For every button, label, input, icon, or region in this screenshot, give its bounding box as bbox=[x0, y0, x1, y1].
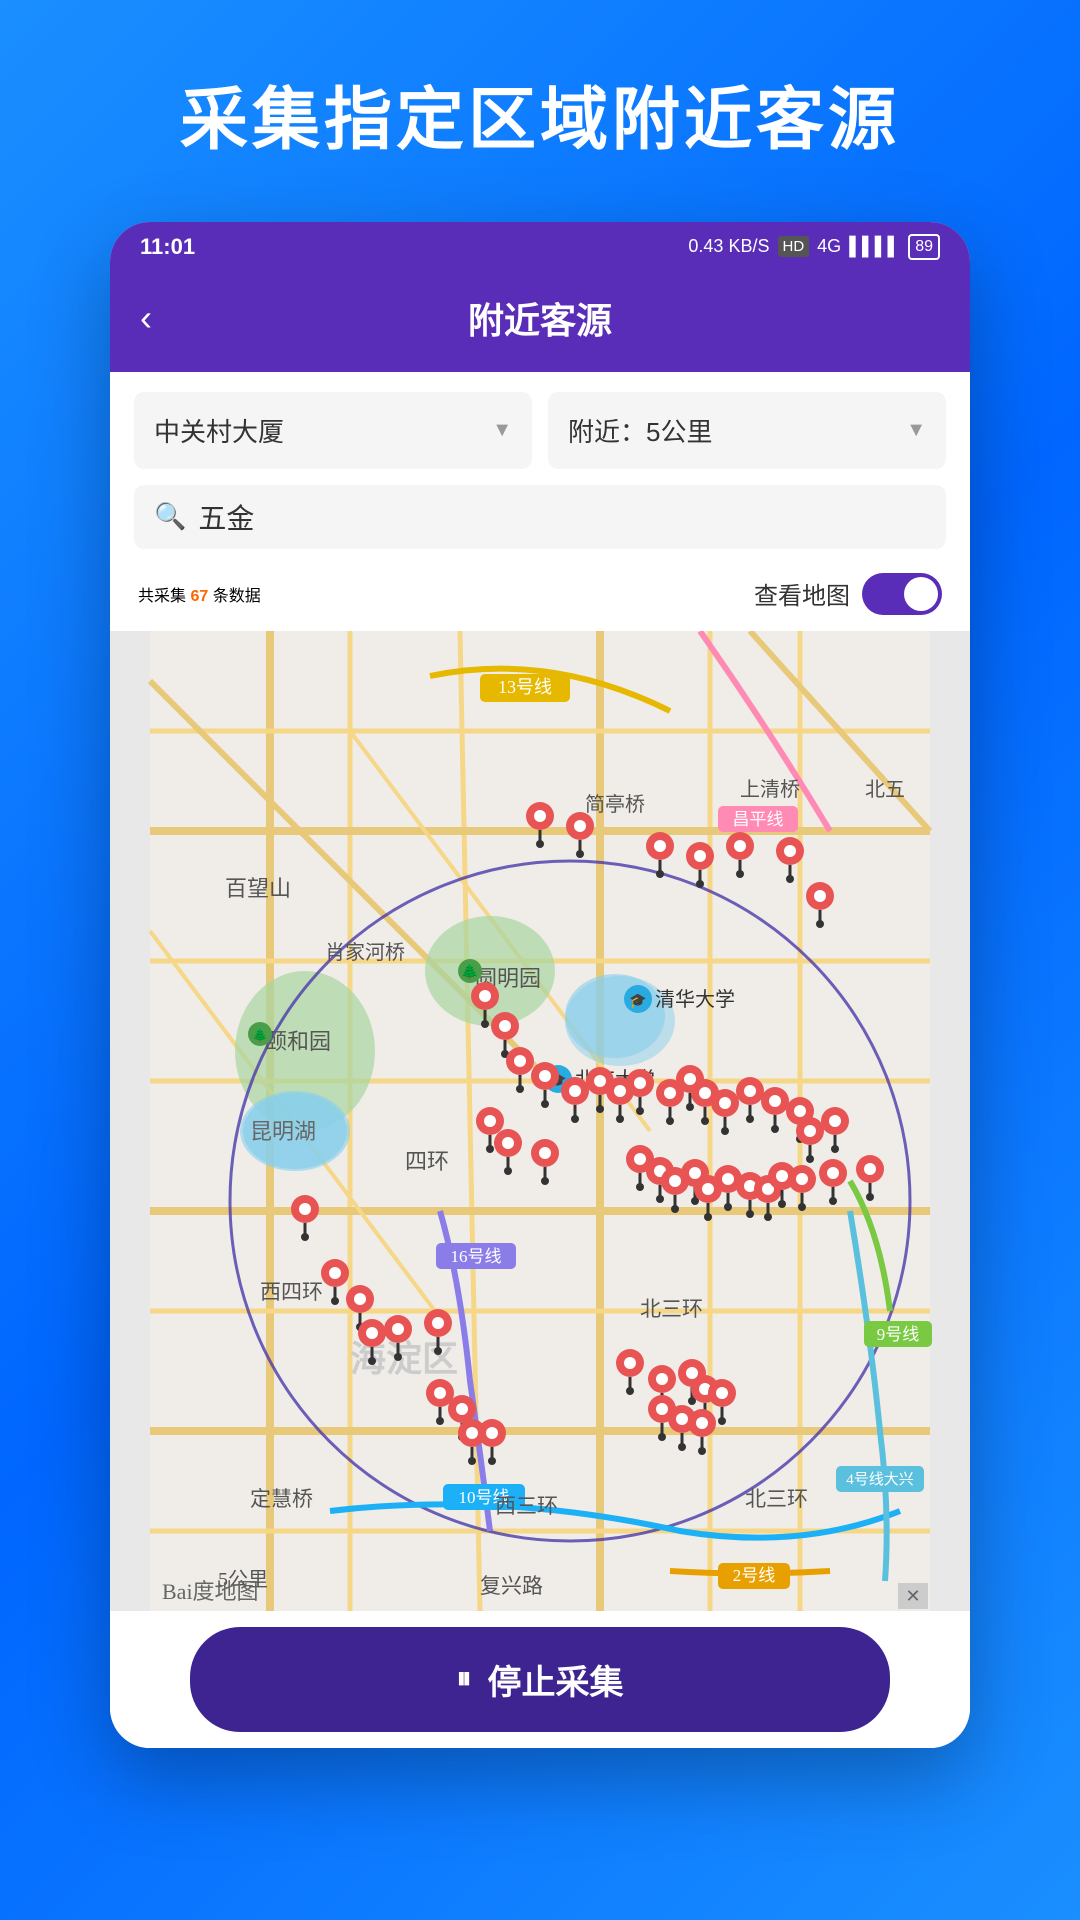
search-icon: 🔍 bbox=[154, 501, 186, 532]
chevron-down-icon: ▼ bbox=[906, 419, 926, 442]
hd-badge: HD bbox=[778, 236, 810, 257]
svg-text:简亭桥: 简亭桥 bbox=[585, 793, 645, 816]
status-bar: 11:01 0.43 KB/S HD 4G ▌▌▌▌ 89 bbox=[110, 222, 970, 272]
stats-prefix: 共采集 bbox=[138, 588, 186, 605]
battery-indicator: 89 bbox=[908, 234, 940, 260]
svg-text:✕: ✕ bbox=[905, 1586, 920, 1606]
svg-text:昌平线: 昌平线 bbox=[733, 810, 784, 829]
svg-text:百望山: 百望山 bbox=[225, 876, 291, 901]
svg-text:西三环: 西三环 bbox=[495, 1494, 558, 1518]
stats-text: 共采集 67 条数据 bbox=[138, 582, 261, 606]
location-value: 中关村大厦 bbox=[154, 412, 284, 449]
svg-text:13号线: 13号线 bbox=[498, 677, 552, 697]
svg-text:清华大学: 清华大学 bbox=[655, 988, 735, 1011]
svg-text:🎓: 🎓 bbox=[629, 992, 646, 1009]
chevron-down-icon: ▼ bbox=[492, 419, 512, 442]
map-container: 13号线 昌平线 16号线 10号线 4号线大兴 2号线 9号线 百望山 肖家河… bbox=[110, 631, 970, 1611]
map-svg: 13号线 昌平线 16号线 10号线 4号线大兴 2号线 9号线 百望山 肖家河… bbox=[110, 631, 970, 1611]
network-icon: 4G bbox=[817, 236, 841, 257]
controls-area: 中关村大厦 ▼ 附近：5公里 ▼ 🔍 共采集 67 条数据 查看地图 bbox=[110, 372, 970, 631]
svg-text:西四环: 西四环 bbox=[260, 1280, 323, 1304]
phone-frame: 11:01 0.43 KB/S HD 4G ▌▌▌▌ 89 ‹ 附近客源 中关村… bbox=[110, 222, 970, 1748]
svg-text:2号线: 2号线 bbox=[733, 1566, 776, 1585]
status-icons: 0.43 KB/S HD 4G ▌▌▌▌ 89 bbox=[688, 234, 940, 260]
svg-text:肖家河桥: 肖家河桥 bbox=[325, 941, 405, 964]
location-dropdown[interactable]: 中关村大厦 ▼ bbox=[134, 392, 532, 469]
svg-text:北三环: 北三环 bbox=[745, 1487, 808, 1511]
status-time: 11:01 bbox=[140, 234, 195, 260]
svg-text:🌲: 🌲 bbox=[461, 963, 478, 980]
search-bar: 🔍 bbox=[134, 485, 946, 549]
svg-text:Bai度地图: Bai度地图 bbox=[162, 1579, 259, 1604]
range-dropdown[interactable]: 附近：5公里 ▼ bbox=[548, 392, 946, 469]
map-toggle-label: 查看地图 bbox=[754, 576, 850, 611]
page-title: 附近客源 bbox=[468, 292, 612, 344]
bottom-bar: ⏸ 停止采集 bbox=[110, 1611, 970, 1748]
back-button[interactable]: ‹ bbox=[140, 297, 152, 339]
map-view-toggle[interactable] bbox=[862, 573, 942, 615]
stop-label: 停止采集 bbox=[488, 1655, 624, 1704]
signal-bars: ▌▌▌▌ bbox=[849, 236, 900, 257]
speed-indicator: 0.43 KB/S bbox=[688, 236, 769, 257]
stats-row: 共采集 67 条数据 查看地图 bbox=[134, 565, 946, 631]
app-header: ‹ 附近客源 bbox=[110, 272, 970, 372]
svg-text:四环: 四环 bbox=[405, 1149, 449, 1174]
svg-text:16号线: 16号线 bbox=[451, 1247, 502, 1266]
svg-text:9号线: 9号线 bbox=[877, 1325, 920, 1344]
svg-text:上清桥: 上清桥 bbox=[740, 778, 800, 801]
dropdowns-row: 中关村大厦 ▼ 附近：5公里 ▼ bbox=[134, 392, 946, 469]
svg-text:复兴路: 复兴路 bbox=[480, 1574, 543, 1598]
hero-title: 采集指定区域附近客源 bbox=[120, 0, 960, 222]
svg-text:颐和园: 颐和园 bbox=[265, 1029, 331, 1054]
stop-collection-button[interactable]: ⏸ 停止采集 bbox=[190, 1627, 890, 1732]
svg-text:北五: 北五 bbox=[865, 778, 905, 801]
map-toggle-area: 查看地图 bbox=[754, 573, 942, 615]
search-input[interactable] bbox=[198, 501, 926, 533]
svg-text:昆明湖: 昆明湖 bbox=[250, 1119, 316, 1144]
svg-text:北三环: 北三环 bbox=[640, 1297, 703, 1321]
stats-count: 67 bbox=[190, 588, 208, 605]
range-value: 附近：5公里 bbox=[568, 412, 712, 449]
svg-text:🌲: 🌲 bbox=[253, 1028, 268, 1042]
stats-suffix: 条数据 bbox=[213, 588, 261, 605]
pause-icon: ⏸ bbox=[457, 1662, 472, 1696]
svg-text:4号线大兴: 4号线大兴 bbox=[846, 1471, 914, 1488]
svg-text:定慧桥: 定慧桥 bbox=[250, 1487, 313, 1511]
